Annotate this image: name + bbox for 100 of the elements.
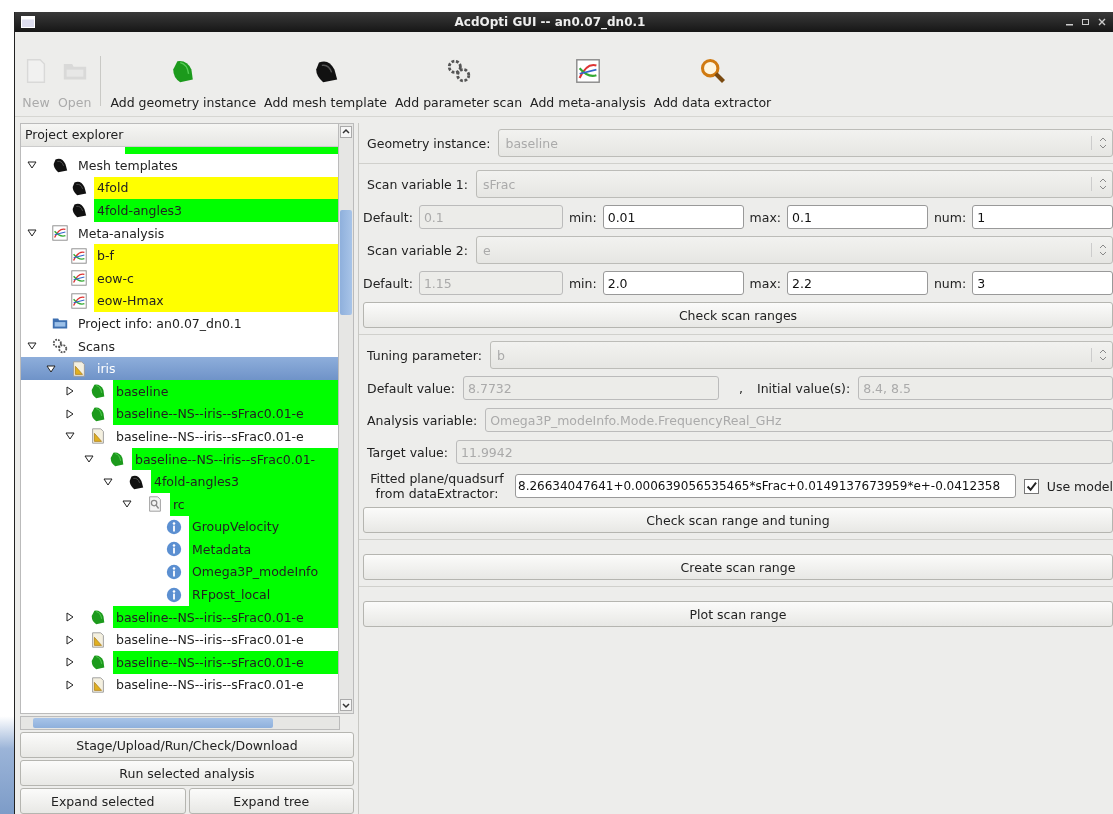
- tree-item-label: Scans: [77, 337, 116, 356]
- collapsed-arrow-icon[interactable]: [65, 612, 75, 623]
- min-field[interactable]: 2.0: [602, 271, 744, 295]
- scroll-down-icon[interactable]: [340, 699, 352, 711]
- horizontal-scrollbar[interactable]: [20, 716, 340, 730]
- toolbar-button[interactable]: Add data extractor: [650, 57, 775, 110]
- chart-icon: [51, 224, 69, 243]
- expanded-arrow-icon[interactable]: [27, 228, 37, 239]
- field-label: Scan variable 2:: [367, 242, 468, 258]
- checkbox[interactable]: [1023, 478, 1039, 494]
- collapsed-arrow-icon[interactable]: [65, 386, 75, 397]
- num-field[interactable]: 1: [972, 205, 1113, 229]
- tree-item-label: 4fold-angles3: [151, 470, 338, 493]
- tree-row[interactable]: baseline--NS--iris--sFrac0.01-: [21, 447, 338, 471]
- field-label: max:: [749, 209, 781, 225]
- tree-row[interactable]: baseline--NS--iris--sFrac0.01-e: [21, 673, 338, 697]
- tree-row[interactable]: GroupVelocity: [21, 515, 338, 539]
- field-label: max:: [749, 275, 781, 291]
- tree-row[interactable]: 4fold-angles3: [21, 470, 338, 493]
- scroll-up-icon[interactable]: [340, 126, 352, 138]
- check-tuning-button[interactable]: Check scan range and tuning: [363, 507, 1113, 533]
- tree-row[interactable]: eow-c: [21, 266, 338, 290]
- collapsed-arrow-icon[interactable]: [65, 657, 75, 668]
- tree-row[interactable]: Scans: [21, 334, 338, 358]
- document-icon: [89, 675, 107, 694]
- vertical-scrollbar[interactable]: [339, 123, 354, 714]
- field-label: min:: [568, 275, 597, 291]
- tree-row[interactable]: Metadata: [21, 538, 338, 561]
- fitted-formula-field[interactable]: 8.26634047641+0.000639056535465*sFrac+0.0149137673959*e+-0.0412358: [515, 474, 1016, 498]
- mesh-icon: [51, 156, 69, 175]
- tree-item-label: GroupVelocity: [189, 515, 338, 539]
- field-label: Default value:: [367, 380, 455, 396]
- toolbar-button[interactable]: Add mesh template: [261, 57, 390, 110]
- tree-item-label: baseline--NS--iris--sFrac0.01-e: [115, 676, 305, 695]
- close-icon[interactable]: [1097, 17, 1107, 27]
- tree-row[interactable]: eow-Hmax: [21, 289, 338, 313]
- expand-button[interactable]: Expand tree: [188, 788, 354, 814]
- tree-row[interactable]: baseline--NS--iris--sFrac0.01-e: [21, 402, 338, 426]
- info-icon: [165, 563, 183, 581]
- expanded-arrow-icon[interactable]: [65, 431, 75, 442]
- tree-item-label: Metadata: [189, 538, 338, 561]
- expanded-arrow-icon[interactable]: [84, 454, 94, 464]
- toolbar-button[interactable]: Add geometry instance: [107, 57, 260, 110]
- create-scan-button[interactable]: Create scan range: [363, 554, 1113, 580]
- scroll-thumb[interactable]: [33, 718, 273, 728]
- expanded-arrow-icon[interactable]: [27, 160, 37, 171]
- expand-button[interactable]: Expand selected: [20, 788, 186, 814]
- tree-row[interactable]: Mesh templates: [21, 154, 338, 177]
- geometry-icon: [89, 653, 107, 672]
- expanded-arrow-icon[interactable]: [103, 476, 113, 487]
- action-button[interactable]: Stage/Upload/Run/Check/Download: [20, 732, 354, 758]
- maximize-icon[interactable]: [1081, 17, 1091, 27]
- tree-item-label: 4fold: [94, 176, 338, 200]
- scroll-thumb[interactable]: [340, 210, 352, 315]
- field-label: Default:: [363, 209, 413, 225]
- tree-item-label: Meta-analysis: [77, 224, 166, 243]
- tree-row[interactable]: Project info: an0.07_dn0.1: [21, 312, 338, 335]
- action-button[interactable]: Run selected analysis: [20, 760, 354, 786]
- toolbar-button[interactable]: Add parameter scan: [391, 57, 526, 110]
- tree-row[interactable]: baseline--NS--iris--sFrac0.01-e: [21, 425, 338, 448]
- geometry-icon: [89, 382, 107, 401]
- tree-row[interactable]: 4fold: [21, 176, 338, 200]
- tree-item-label: 4fold-angles3: [94, 199, 338, 222]
- tree-row[interactable]: baseline--NS--iris--sFrac0.01-e: [21, 651, 338, 674]
- tree-item-label: baseline--NS--iris--sFrac0.01-e: [113, 651, 338, 674]
- collapsed-arrow-icon[interactable]: [65, 679, 75, 690]
- geometry-icon: [108, 450, 126, 468]
- chart-icon: [70, 269, 88, 288]
- tree-item-label: rc: [170, 492, 338, 516]
- expanded-arrow-icon[interactable]: [122, 499, 132, 510]
- tree-item-label: Mesh templates: [77, 156, 179, 175]
- tree-row[interactable]: RFpost_local: [21, 583, 338, 606]
- tree-row[interactable]: 4fold-angles3: [21, 199, 338, 222]
- collapsed-arrow-icon[interactable]: [65, 408, 75, 419]
- expanded-arrow-icon[interactable]: [46, 363, 56, 374]
- max-field[interactable]: 0.1: [787, 205, 928, 229]
- tree-row[interactable]: baseline--NS--iris--sFrac0.01-e: [21, 628, 338, 652]
- num-field[interactable]: 3: [972, 271, 1113, 295]
- max-field[interactable]: 2.2: [787, 271, 928, 295]
- plot-scan-button[interactable]: Plot scan range: [363, 601, 1113, 627]
- tree-row[interactable]: Omega3P_modeInfo: [21, 560, 338, 584]
- collapsed-arrow-icon[interactable]: [65, 634, 75, 645]
- separator-text: ,: [739, 380, 743, 396]
- tree-row[interactable]: baseline--NS--iris--sFrac0.01-e: [21, 605, 338, 629]
- tree-row[interactable]: Meta-analysis: [21, 221, 338, 245]
- expanded-arrow-icon[interactable]: [27, 341, 37, 352]
- field-label: Default:: [363, 275, 413, 291]
- field-label: num:: [933, 209, 967, 225]
- analysis-icon: [146, 495, 164, 514]
- tree-item-label: eow-c: [94, 266, 338, 290]
- min-field[interactable]: 0.01: [602, 205, 744, 229]
- field-label: Geometry instance:: [367, 135, 491, 151]
- tree-item-label: baseline--NS--iris--sFrac0.01-e: [113, 402, 338, 426]
- tree-row[interactable]: rc: [21, 492, 338, 516]
- toolbar-button[interactable]: Add meta-analysis: [527, 57, 649, 110]
- tree-item-label: RFpost_local: [189, 583, 338, 606]
- check-ranges-button[interactable]: Check scan ranges: [363, 302, 1113, 328]
- field-label: Analysis variable:: [367, 412, 478, 428]
- tree-row[interactable]: b-f: [21, 244, 338, 267]
- tree-row[interactable]: baseline: [21, 379, 338, 403]
